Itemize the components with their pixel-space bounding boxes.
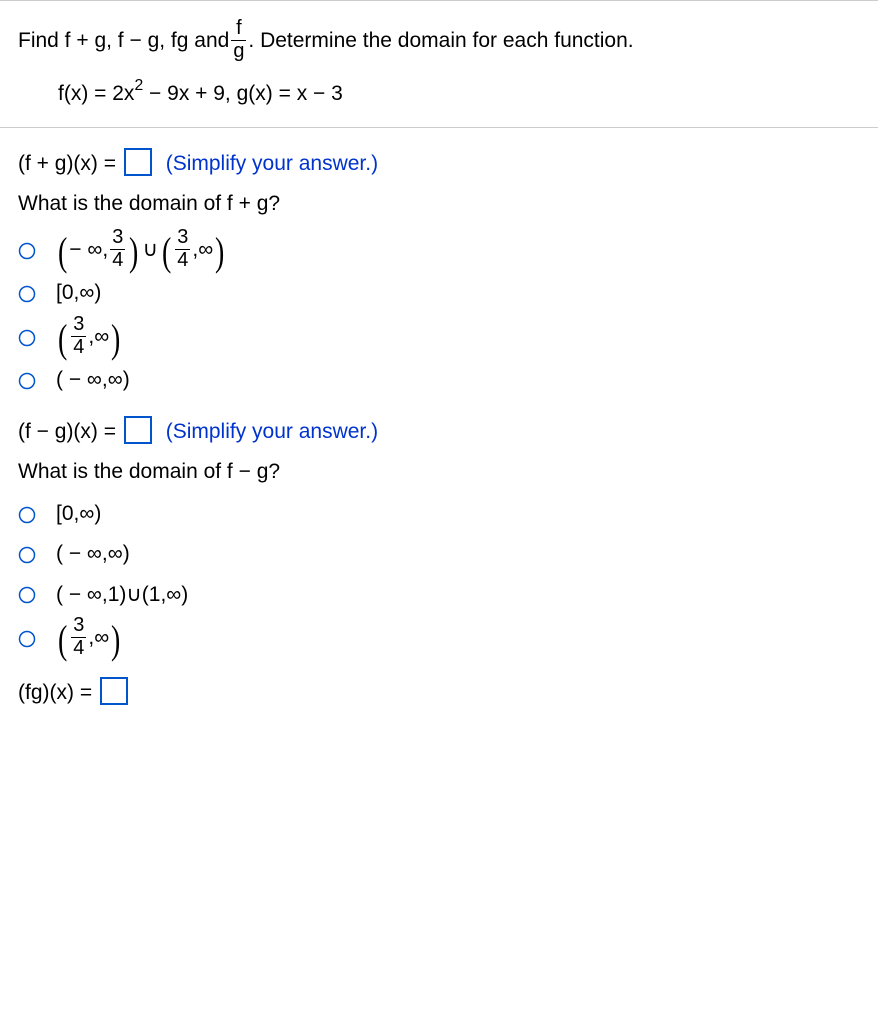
radio-icon (18, 285, 38, 303)
radio-icon (18, 546, 38, 564)
radio-icon (18, 329, 38, 347)
fminusg-option-d[interactable]: ( 3 4 ,∞ ) (18, 616, 860, 659)
fminusg-answer-input[interactable] (124, 416, 152, 444)
option-text: [0,∞) (56, 281, 101, 305)
fplusg-expression: (f + g)(x) = (Simplify your answer.) (18, 148, 860, 176)
fplusg-domain-options: ( − ∞, 3 4 ) ∪ ( 3 4 ,∞ ) [0,∞) (18, 228, 860, 398)
fplusg-option-a[interactable]: ( − ∞, 3 4 ) ∪ ( 3 4 ,∞ ) (18, 228, 860, 271)
fplusg-hint: (Simplify your answer.) (166, 152, 378, 175)
fplusg-option-c[interactable]: ( 3 4 ,∞ ) (18, 315, 860, 358)
fg-label: (fg)(x) = (18, 681, 98, 704)
fminusg-option-c[interactable]: ( − ∞,1)∪(1,∞) (18, 576, 860, 612)
fminusg-domain-options: [0,∞) ( − ∞,∞) ( − ∞,1)∪(1,∞) ( 3 4 ,∞ ) (18, 496, 860, 659)
radio-icon (18, 372, 38, 390)
radio-icon (18, 242, 38, 260)
option-text: ( 3 4 ,∞ ) (56, 616, 123, 659)
problem-statement: Find f + g, f − g, fg and f g . Determin… (0, 0, 878, 128)
fminusg-hint: (Simplify your answer.) (166, 420, 378, 443)
fg-answer-input[interactable] (100, 677, 128, 705)
option-text: [0,∞) (56, 502, 101, 526)
fg-expression: (fg)(x) = (18, 677, 860, 705)
fminusg-domain-question: What is the domain of f − g? (18, 460, 860, 484)
radio-icon (18, 506, 38, 524)
option-text: ( − ∞,∞) (56, 368, 130, 392)
fminusg-option-b[interactable]: ( − ∞,∞) (18, 536, 860, 572)
radio-icon (18, 630, 38, 648)
function-definitions: f(x) = 2x2 − 9x + 9, g(x) = x − 3 (18, 62, 858, 110)
fminusg-label: (f − g)(x) = (18, 420, 122, 443)
option-text: ( − ∞,1)∪(1,∞) (56, 582, 188, 607)
fplusg-domain-question: What is the domain of f + g? (18, 192, 860, 216)
option-text: ( 3 4 ,∞ ) (56, 315, 123, 358)
radio-icon (18, 586, 38, 604)
fraction-f-over-g: f g (231, 19, 246, 62)
fplusg-option-b[interactable]: [0,∞) (18, 275, 860, 311)
fplusg-option-d[interactable]: ( − ∞,∞) (18, 362, 860, 398)
option-text: ( − ∞,∞) (56, 542, 130, 566)
problem-intro-b: . Determine the domain for each function… (248, 25, 633, 57)
fminusg-option-a[interactable]: [0,∞) (18, 496, 860, 532)
option-text: ( − ∞, 3 4 ) ∪ ( 3 4 ,∞ ) (56, 228, 226, 271)
fminusg-expression: (f − g)(x) = (Simplify your answer.) (18, 416, 860, 444)
fplusg-label: (f + g)(x) = (18, 152, 122, 175)
problem-intro-a: Find f + g, f − g, fg and (18, 25, 229, 57)
fplusg-answer-input[interactable] (124, 148, 152, 176)
